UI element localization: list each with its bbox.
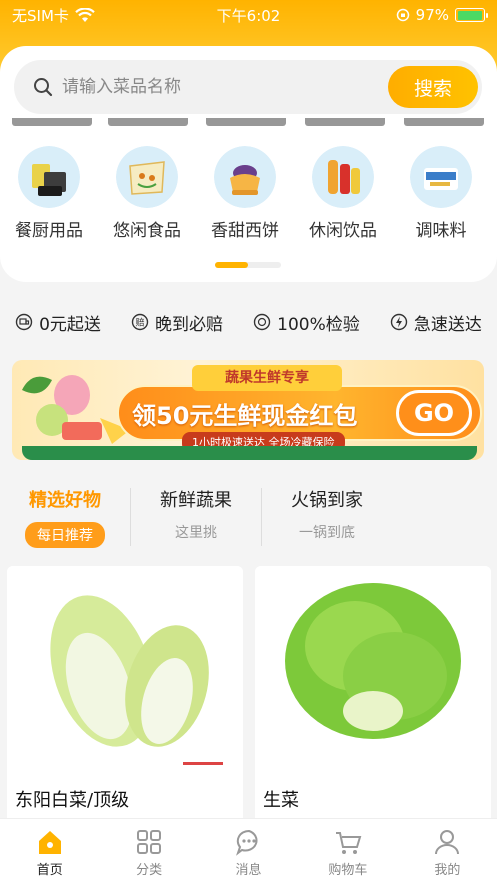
drink-icon [312,146,374,208]
status-right: 97% [396,6,488,24]
category-item-snacks[interactable]: 悠闲食品 [98,146,196,241]
battery-level [457,10,482,20]
wifi-icon [75,7,95,22]
feature-tabs: 精选好物 每日推荐 新鲜蔬果 这里挑 火锅到家 一锅到底 [0,486,497,548]
banner-go-button[interactable]: GO [396,390,472,436]
category-label: 餐厨用品 [15,221,83,241]
nav-label: 分类 [136,863,163,878]
tab-subtitle: 一锅到底 [299,525,355,541]
product-card[interactable]: 东阳白菜/顶级 [7,566,243,836]
product-card[interactable]: 生菜 [255,566,491,836]
carrier-text: 无SIM卡 [12,6,69,25]
tab-title: 精选好物 [29,490,101,511]
product-name: 生菜 [263,790,299,811]
user-icon [435,830,460,855]
service-bar: 0元起送 赔 晚到必赔 100%检验 急速送达 [0,308,497,336]
nav-label: 消息 [235,863,262,878]
lightning-icon [390,313,408,331]
status-left: 无SIM卡 [12,5,95,26]
cart-icon [335,832,362,854]
service-label: 急速送达 [413,314,482,335]
service-label: 0元起送 [39,314,101,335]
promo-banner[interactable]: 蔬果生鲜专享 领50元生鲜现金红包 1小时极速送达 全场冷藏保险 GO [12,360,484,460]
nav-label: 购物车 [328,863,368,878]
category-row-partial [0,118,497,132]
service-late-compensation: 赔 晚到必赔 [131,310,223,335]
service-label: 晚到必赔 [155,314,224,335]
search-input[interactable] [62,77,372,97]
category-label: 休闲饮品 [309,221,377,241]
category-label: 悠闲食品 [113,221,181,241]
product-name: 东阳白菜/顶级 [15,790,130,811]
nav-label: 我的 [434,863,461,878]
category-label: 香甜西饼 [211,221,279,241]
search-bar[interactable]: 搜索 [14,60,482,114]
tab-subtitle: 每日推荐 [25,522,105,548]
delivery-icon [15,313,33,331]
service-free-delivery: 0元起送 [15,310,101,335]
bottom-nav: 首页 分类 消息 购物车 我的 [0,818,497,883]
banner-base [22,446,477,460]
banner-tag: 蔬果生鲜专享 [192,365,342,391]
inspection-icon [253,313,271,331]
nav-label: 首页 [36,863,63,878]
service-express: 急速送达 [390,310,482,335]
compensation-icon: 赔 [131,313,149,331]
search-icon [34,78,53,97]
tab-hotpot[interactable]: 火锅到家 一锅到底 [262,486,392,548]
tab-fresh-produce[interactable]: 新鲜蔬果 这里挑 [131,486,261,548]
nav-messages[interactable]: 消息 [199,819,298,883]
category-page-indicator [215,262,281,268]
message-icon [235,829,258,856]
napa-cabbage-image [7,566,243,776]
orientation-lock-icon [396,8,409,22]
nav-cart[interactable]: 购物车 [298,819,397,883]
service-inspection: 100%检验 [253,310,360,335]
battery-icon [455,8,488,22]
battery-percent: 97% [415,6,449,24]
tab-subtitle: 这里挑 [175,525,217,541]
category-item-seasoning[interactable]: 调味料 [392,146,490,241]
service-label: 100%检验 [277,314,360,335]
tab-featured[interactable]: 精选好物 每日推荐 [0,486,130,548]
nav-home[interactable]: 首页 [0,819,99,883]
category-page-indicator-fill [215,262,248,268]
snack-icon [116,146,178,208]
nav-profile[interactable]: 我的 [398,819,497,883]
tab-title: 新鲜蔬果 [160,490,232,511]
category-label: 调味料 [415,221,467,241]
home-icon [38,831,61,854]
banner-title: 领50元生鲜现金红包 [132,402,358,430]
category-grid-icon [137,830,162,854]
category-item-drinks[interactable]: 休闲饮品 [294,146,392,241]
category-item-tableware[interactable]: 餐厨用品 [0,146,98,241]
cake-icon [214,146,276,208]
lettuce-image [255,566,491,776]
seasoning-icon [410,146,472,208]
tab-title: 火锅到家 [291,490,363,511]
svg-text:赔: 赔 [136,317,145,329]
tableware-icon [18,146,80,208]
category-item-pastry[interactable]: 香甜西饼 [196,146,294,241]
status-bar: 无SIM卡 下午6:02 97% [0,0,497,30]
category-list: 餐厨用品 悠闲食品 香甜西饼 休闲饮品 调味料 [0,146,497,241]
search-button[interactable]: 搜索 [388,66,478,108]
nav-category[interactable]: 分类 [99,819,198,883]
